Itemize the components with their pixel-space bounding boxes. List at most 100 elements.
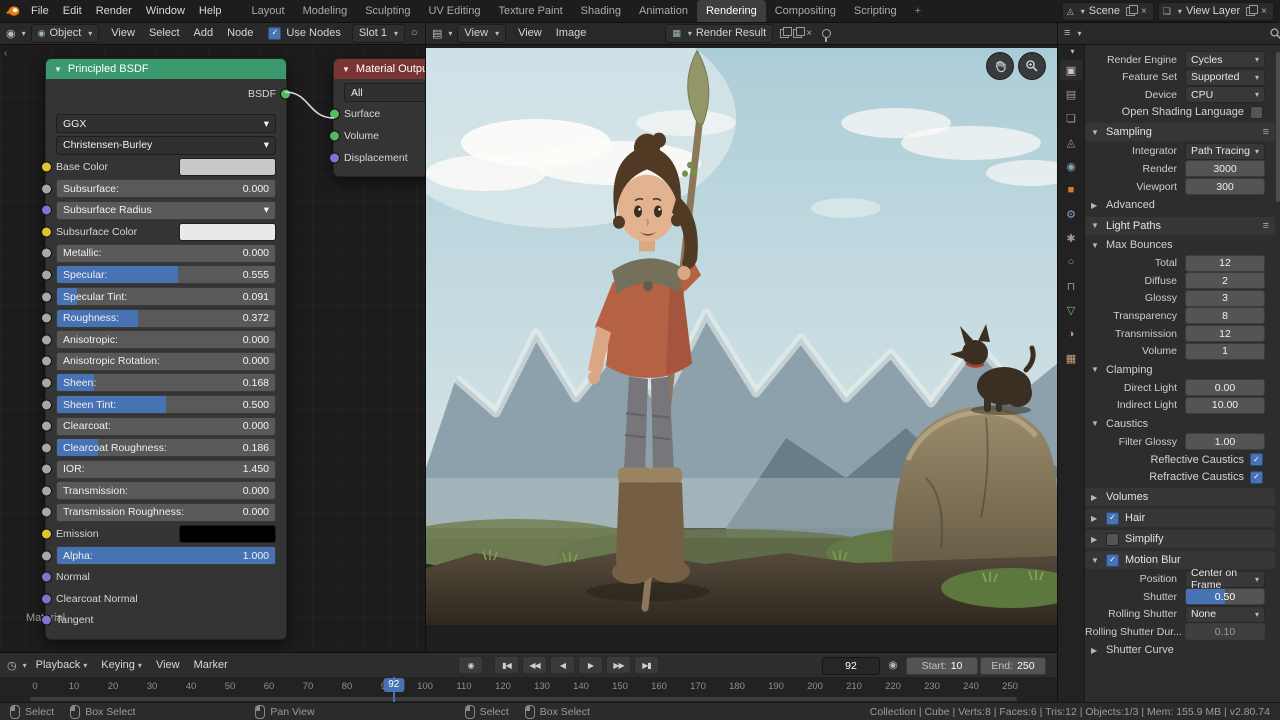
- subsurface-method-dropdown[interactable]: Christensen-Burley ▾: [56, 136, 276, 155]
- value-socket[interactable]: [41, 356, 52, 367]
- vector-socket[interactable]: [329, 152, 340, 163]
- collapse-triangle-icon[interactable]: ▼: [54, 65, 62, 74]
- menu-edit[interactable]: Edit: [56, 0, 89, 22]
- pin-icon[interactable]: [822, 29, 831, 38]
- node-slider-alpha[interactable]: Alpha:1.000: [56, 546, 276, 565]
- preset-menu-icon[interactable]: ≡: [1263, 220, 1269, 232]
- workspace-tab-compositing[interactable]: Compositing: [766, 0, 845, 22]
- value-socket[interactable]: [41, 291, 52, 302]
- properties-editor-type-icon[interactable]: ≡: [1064, 27, 1070, 39]
- workspace-tab-texture-paint[interactable]: Texture Paint: [489, 0, 571, 22]
- panel-header-sampling[interactable]: ▼Sampling≡: [1085, 123, 1275, 141]
- zoom-button[interactable]: [1018, 52, 1046, 80]
- prop-field-glossy[interactable]: 3: [1185, 290, 1265, 307]
- prop-field-total[interactable]: 12: [1185, 255, 1265, 272]
- vector-socket[interactable]: [41, 615, 52, 626]
- node-slider-transmission[interactable]: Transmission:0.000: [56, 481, 276, 500]
- blender-logo[interactable]: [0, 5, 24, 17]
- node-slider-clearcoat[interactable]: Clearcoat:0.000: [56, 417, 276, 436]
- slot-dropdown[interactable]: Slot 1 ▾: [352, 24, 405, 43]
- new-image-button[interactable]: [780, 29, 789, 38]
- panel-arrow-icon[interactable]: ▼: [1091, 128, 1100, 137]
- frame-end-field[interactable]: End: 250: [980, 657, 1046, 675]
- new-scene-button[interactable]: [1126, 7, 1135, 16]
- node-slider-sheen-tint[interactable]: Sheen Tint:0.500: [56, 395, 276, 414]
- panel-arrow-icon[interactable]: ▶: [1091, 201, 1100, 210]
- delete-scene-button[interactable]: ×: [1139, 6, 1149, 17]
- target-dropdown[interactable]: All: [344, 83, 425, 102]
- play-button[interactable]: ▶: [578, 656, 603, 674]
- subpanel-header-caustics[interactable]: ▼Caustics: [1091, 415, 1275, 432]
- prop-dropdown-feature-set[interactable]: Supported▾: [1185, 69, 1265, 86]
- jump-start-button[interactable]: ▮◀: [494, 656, 519, 674]
- shader-node-editor[interactable]: ‹ ▼ Principled BSDF BSDF GGX ▾: [0, 44, 425, 652]
- node-slider-specular-tint[interactable]: Specular Tint:0.091: [56, 287, 276, 306]
- node-slider-clearcoat-roughness[interactable]: Clearcoat Roughness:0.186: [56, 438, 276, 457]
- panel-header-simplify[interactable]: ▶Simplify: [1085, 530, 1275, 548]
- preset-menu-icon[interactable]: ≡: [1263, 126, 1269, 138]
- vector-socket[interactable]: [41, 593, 52, 604]
- node-slider-sheen[interactable]: Sheen:0.168: [56, 373, 276, 392]
- add-workspace-button[interactable]: +: [906, 0, 930, 22]
- prop-dropdown-rolling-shutter[interactable]: None▾: [1185, 606, 1265, 623]
- panel-header-volumes[interactable]: ▶Volumes: [1085, 488, 1275, 506]
- node-dropdown-subsurface-radius[interactable]: Subsurface Radius▾: [56, 201, 276, 220]
- color-swatch-base-color[interactable]: [179, 158, 276, 176]
- use-nodes-checkbox[interactable]: ✓: [268, 27, 281, 40]
- workspace-tab-scripting[interactable]: Scripting: [845, 0, 906, 22]
- checkbox[interactable]: [1250, 106, 1263, 119]
- vector-socket[interactable]: [41, 205, 52, 216]
- workspace-tab-animation[interactable]: Animation: [630, 0, 697, 22]
- node-slider-subsurface[interactable]: Subsurface:0.000: [56, 179, 276, 198]
- prop-field-volume[interactable]: 1: [1185, 343, 1265, 360]
- chevron-down-icon[interactable]: ▾: [1070, 47, 1074, 56]
- shader-menu-add[interactable]: Add: [187, 22, 221, 44]
- color-socket[interactable]: [41, 529, 52, 540]
- vector-socket[interactable]: [41, 572, 52, 583]
- unlink-image-button[interactable]: ×: [804, 28, 814, 39]
- panel-arrow-icon[interactable]: ▼: [1091, 365, 1100, 374]
- panel-arrow-icon[interactable]: ▼: [1091, 241, 1100, 250]
- timeline-editor-type-icon[interactable]: ◷: [7, 659, 17, 672]
- timeline-menu-keying[interactable]: Keying▾: [94, 653, 149, 677]
- subpanel-header-advanced[interactable]: ▶Advanced: [1091, 197, 1275, 214]
- play-reverse-button[interactable]: ◀: [550, 656, 575, 674]
- next-keyframe-button[interactable]: ▶▶: [606, 656, 631, 674]
- checkbox[interactable]: ✓: [1106, 512, 1119, 525]
- principled-bsdf-node[interactable]: ▼ Principled BSDF BSDF GGX ▾ Chris: [45, 58, 287, 640]
- image-editor[interactable]: [425, 44, 1058, 652]
- panel-arrow-icon[interactable]: ▶: [1091, 514, 1100, 523]
- timeline-menu-playback[interactable]: Playback▾: [29, 653, 95, 677]
- prop-field-direct-light[interactable]: 0.00: [1185, 379, 1265, 396]
- frame-start-field[interactable]: Start: 10: [906, 657, 978, 675]
- physics-tab[interactable]: ○: [1060, 252, 1082, 272]
- checkbox[interactable]: ✓: [1250, 471, 1263, 484]
- value-socket[interactable]: [41, 334, 52, 345]
- image-mode-dropdown[interactable]: View ▾: [457, 24, 506, 43]
- output-tab[interactable]: ▤: [1060, 84, 1082, 104]
- world-tab[interactable]: ◉: [1060, 156, 1082, 176]
- menu-render[interactable]: Render: [89, 0, 139, 22]
- shader-socket[interactable]: [329, 109, 340, 120]
- texture-tab[interactable]: ▦: [1060, 348, 1082, 368]
- use-nodes-toggle[interactable]: ✓ Use Nodes: [268, 27, 340, 40]
- modifiers-tab[interactable]: ⚙: [1060, 204, 1082, 224]
- node-slider-transmission-roughness[interactable]: Transmission Roughness:0.000: [56, 503, 276, 522]
- value-socket[interactable]: [41, 248, 52, 259]
- bsdf-output-socket[interactable]: [280, 89, 291, 100]
- timeline-menu-view[interactable]: View: [149, 653, 187, 677]
- timeline-ruler[interactable]: 0102030405060708090100110120130140150160…: [0, 677, 1057, 703]
- collapse-triangle-icon[interactable]: ▼: [342, 65, 350, 74]
- panel-arrow-icon[interactable]: ▼: [1091, 419, 1100, 428]
- color-socket[interactable]: [41, 161, 52, 172]
- value-socket[interactable]: [41, 442, 52, 453]
- constraints-tab[interactable]: ⊓: [1060, 276, 1082, 296]
- search-icon[interactable]: [1269, 27, 1280, 40]
- new-view-layer-button[interactable]: [1246, 7, 1255, 16]
- prop-field-indirect-light[interactable]: 10.00: [1185, 397, 1265, 414]
- checkbox[interactable]: ✓: [1250, 453, 1263, 466]
- prop-field-transparency[interactable]: 8: [1185, 307, 1265, 324]
- node-slider-anisotropic-rotation[interactable]: Anisotropic Rotation:0.000: [56, 352, 276, 371]
- value-socket[interactable]: [41, 313, 52, 324]
- value-socket[interactable]: [41, 485, 52, 496]
